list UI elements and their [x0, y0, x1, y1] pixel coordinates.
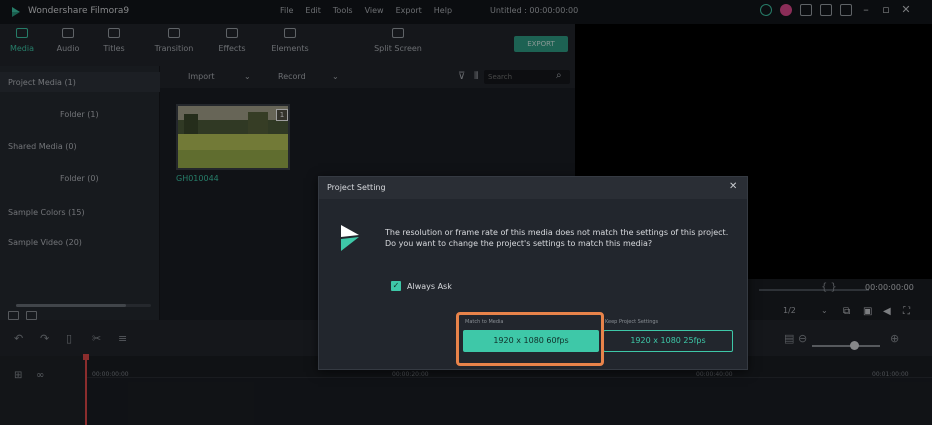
annotation-highlight-box: [456, 312, 604, 366]
keep-project-caption: Keep Project Settings: [605, 319, 659, 325]
filmora-logo-icon: [341, 225, 359, 251]
close-icon[interactable]: ✕: [729, 181, 737, 192]
dialog-message: The resolution or frame rate of this med…: [385, 228, 729, 248]
dialog-title: Project Setting: [327, 183, 386, 192]
filmora-window: Wondershare Filmora9 File Edit Tools Vie…: [0, 0, 932, 425]
always-ask-label: Always Ask: [407, 282, 452, 291]
keep-project-settings-button[interactable]: 1920 x 1080 25fps: [603, 330, 733, 352]
dialog-header: Project Setting ✕: [319, 177, 747, 199]
always-ask-checkbox[interactable]: ✓: [391, 281, 401, 291]
